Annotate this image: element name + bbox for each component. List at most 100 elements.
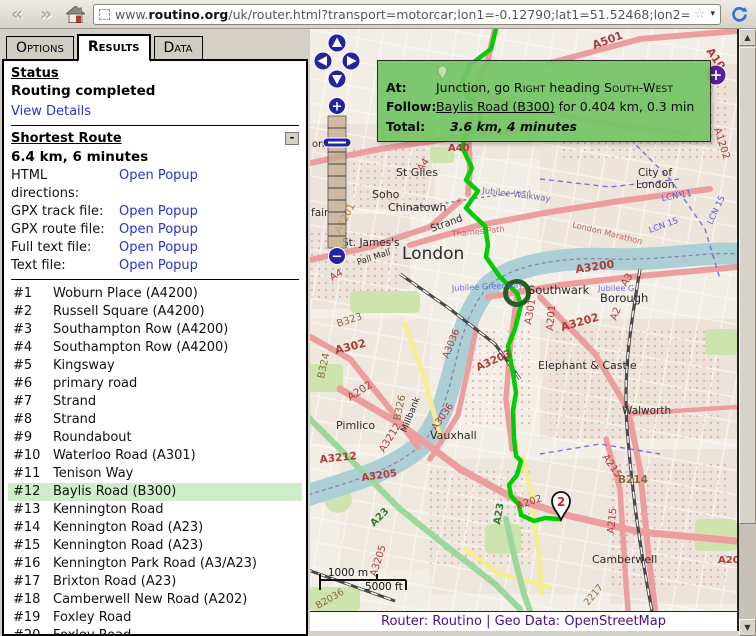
route-step-row[interactable]: #8Strand (8, 411, 302, 429)
route-step-row[interactable]: #1Woburn Place (A4200) (8, 285, 302, 303)
pan-down-button[interactable] (328, 70, 346, 88)
step-number: #19 (13, 609, 53, 627)
route-step-row[interactable]: #3Southampton Row (A4200) (8, 321, 302, 339)
step-road-name: Woburn Place (A4200) (53, 285, 302, 303)
tab-results[interactable]: Results (77, 34, 151, 62)
reload-button[interactable] (728, 4, 750, 24)
scrollbar-thumb[interactable] (739, 47, 756, 524)
route-step-row[interactable]: #2Russell Square (A4200) (8, 303, 302, 321)
step-number: #5 (13, 357, 53, 375)
tab-data[interactable]: Data (154, 36, 203, 60)
browser-toolbar: « » www.routino.org/uk/router.html?trans… (0, 0, 756, 29)
step-number: #9 (13, 429, 53, 447)
zoom-in-button[interactable]: + (329, 98, 346, 115)
route-step-row[interactable]: #5Kingsway (8, 357, 302, 375)
zoom-out-button[interactable]: − (329, 248, 346, 265)
popup-at-direction: Right (514, 80, 546, 95)
url-bar[interactable]: www.routino.org/uk/router.html?transport… (93, 4, 721, 25)
view-details-link[interactable]: View Details (11, 104, 91, 119)
step-number: #12 (13, 483, 53, 501)
url-domain: routino.org (149, 7, 229, 22)
pan-up-button[interactable] (328, 34, 346, 52)
map-label: Walworth (622, 405, 671, 417)
open-popup-link[interactable]: Open Popup (119, 221, 299, 239)
separator (11, 125, 299, 126)
url-dropdown-icon[interactable]: ▾ (710, 9, 715, 19)
map-attribution: Router: Routino | Geo Data: OpenStreetMa… (310, 611, 739, 631)
step-number: #20 (13, 627, 53, 636)
popup-at-value: Junction, go Right heading South-West (436, 65, 673, 97)
open-popup-link[interactable]: Open Popup (119, 239, 299, 257)
popup-follow-label: Follow: (386, 97, 436, 116)
step-number: #10 (13, 447, 53, 465)
map[interactable]: 1000 m 5000 ft oneSt GilesSohoChinatownA… (310, 29, 739, 611)
step-road-name: Baylis Road (B300) (53, 483, 302, 501)
route-step-row[interactable]: #19Foxley Road (8, 609, 302, 627)
tab-options[interactable]: Options (6, 36, 74, 60)
popup-total-value: 3.6 km, 4 minutes (450, 117, 577, 136)
route-step-row[interactable]: #15Kennington Road (A23) (8, 537, 302, 555)
export-row: GPX route file:Open Popup (11, 221, 299, 239)
route-step-row[interactable]: #17Brixton Road (A23) (8, 573, 302, 591)
route-step-row[interactable]: #7Strand (8, 393, 302, 411)
route-step-row[interactable]: #6primary road (8, 375, 302, 393)
step-number: #7 (13, 393, 53, 411)
back-button[interactable]: « (6, 4, 28, 24)
zoom-slider-handle[interactable] (323, 138, 351, 147)
map-label: St. James's (342, 237, 400, 249)
export-label: GPX track file: (11, 203, 119, 221)
routino-link[interactable]: Routino (432, 614, 482, 629)
route-step-row[interactable]: #11Tenison Way (8, 465, 302, 483)
vertical-scrollbar[interactable]: ▲ ▼ (739, 29, 756, 636)
route-step-row[interactable]: #16Kennington Park Road (A3/A23) (8, 555, 302, 573)
route-step-row[interactable]: #14Kennington Road (A23) (8, 519, 302, 537)
export-row: HTML directions:Open Popup (11, 167, 299, 203)
export-links: HTML directions:Open PopupGPX track file… (11, 167, 299, 275)
open-popup-link[interactable]: Open Popup (119, 257, 299, 275)
map-label: B214 (618, 474, 648, 486)
export-label: Full text file: (11, 239, 119, 257)
popup-road-link[interactable]: Baylis Road (B300) (436, 99, 555, 114)
step-number: #4 (13, 339, 53, 357)
step-number: #8 (13, 411, 53, 429)
scroll-down-button[interactable]: ▼ (739, 619, 756, 636)
bookmark-star-icon[interactable]: ☆ (694, 7, 706, 22)
forward-button[interactable]: » (35, 4, 57, 24)
popup-follow-rest: for 0.404 km, 0.3 min (555, 99, 695, 114)
favicon-placeholder-icon (99, 9, 110, 20)
route-step-row[interactable]: #13Kennington Road (8, 501, 302, 519)
pan-right-button[interactable] (342, 52, 360, 70)
step-number: #13 (13, 501, 53, 519)
route-step-row[interactable]: #12Baylis Road (B300) (8, 483, 302, 501)
status-message: Routing completed (11, 82, 299, 100)
step-number: #6 (13, 375, 53, 393)
export-label: HTML directions: (11, 167, 119, 203)
step-road-name: Strand (53, 411, 302, 429)
back-icon: « (11, 3, 23, 25)
zoom-slider-track[interactable] (328, 116, 346, 248)
open-popup-link[interactable]: Open Popup (119, 167, 299, 203)
route-step-row[interactable]: #10Waterloo Road (A301) (8, 447, 302, 465)
step-road-name: Southampton Row (A4200) (53, 321, 302, 339)
map-label: fair (311, 207, 329, 219)
open-popup-link[interactable]: Open Popup (119, 203, 299, 221)
step-road-name: Kennington Park Road (A3/A23) (53, 555, 302, 573)
scroll-up-button[interactable]: ▲ (739, 29, 756, 46)
map-label: Chinatown (388, 201, 446, 214)
route-step-row[interactable]: #9Roundabout (8, 429, 302, 447)
step-road-name: Russell Square (A4200) (53, 303, 302, 321)
pan-left-button[interactable] (314, 52, 332, 70)
home-button[interactable] (64, 4, 86, 24)
map-label: London (402, 244, 464, 264)
geo-data-label: Geo Data: (495, 614, 565, 629)
openstreetmap-link[interactable]: OpenStreetMap (564, 614, 666, 629)
route-step-row[interactable]: #4Southampton Row (A4200) (8, 339, 302, 357)
browser-window: « » www.routino.org/uk/router.html?trans… (0, 0, 756, 636)
popup-follow-value: Baylis Road (B300) for 0.404 km, 0.3 min (436, 97, 694, 116)
route-step-row[interactable]: #20Foxley Road (8, 627, 302, 636)
collapse-section-button[interactable]: - (285, 132, 299, 145)
scale-imperial-label: 5000 ft (365, 581, 403, 593)
url-text[interactable]: www.routino.org/uk/router.html?transport… (115, 7, 689, 22)
url-prefix: www. (115, 7, 149, 22)
route-step-row[interactable]: #18Camberwell New Road (A202) (8, 591, 302, 609)
